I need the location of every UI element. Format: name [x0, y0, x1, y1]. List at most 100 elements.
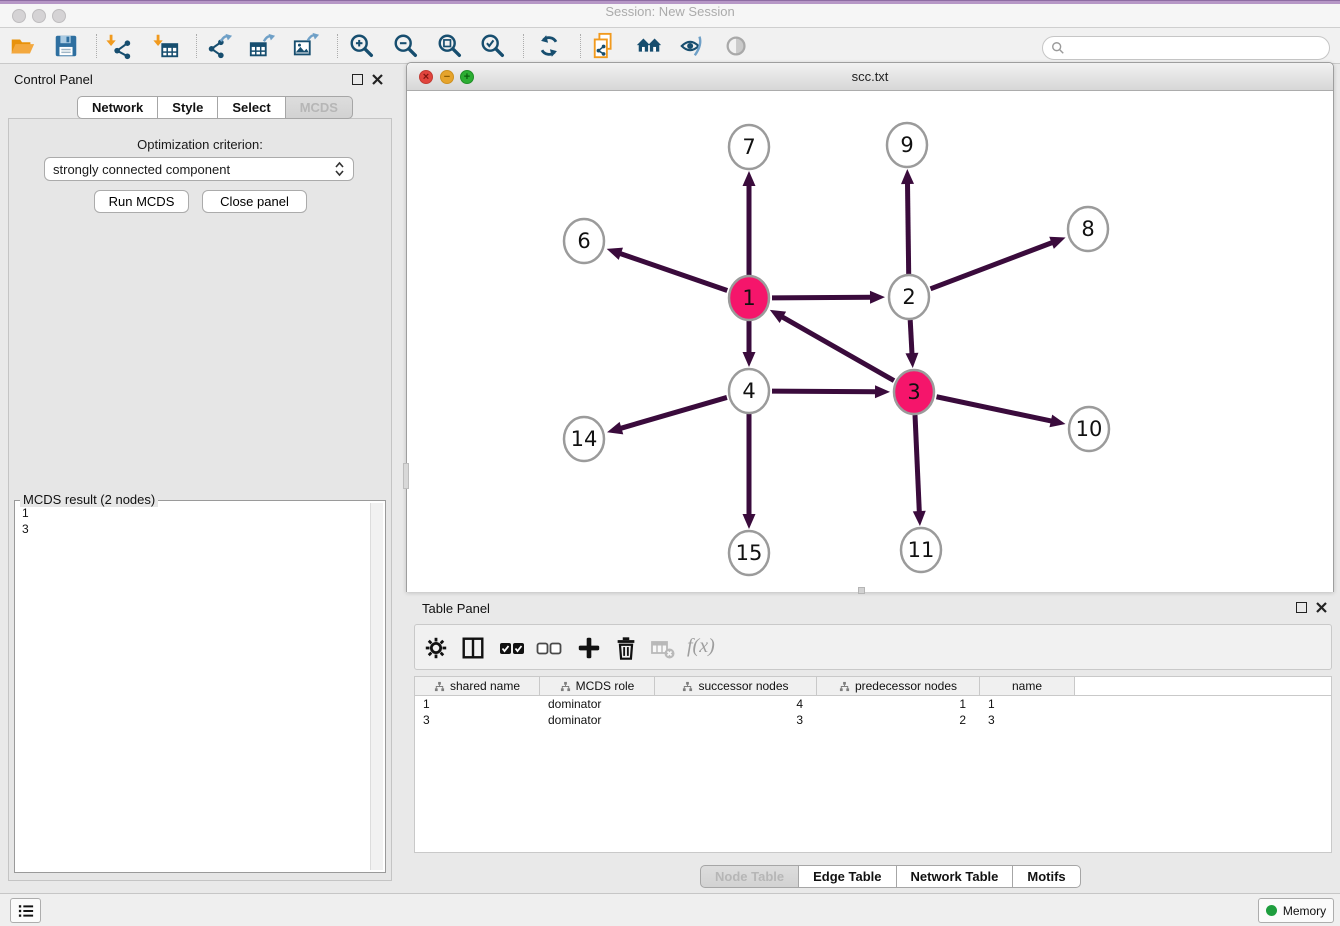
edge-1-2[interactable]	[772, 297, 872, 298]
show-column-panel-icon[interactable]	[458, 633, 488, 663]
import-table-icon[interactable]	[151, 31, 181, 61]
control-panel-close-icon[interactable]	[371, 73, 384, 86]
resize-handle[interactable]	[858, 587, 865, 594]
graph-node-1[interactable]: 1	[729, 276, 769, 320]
export-table-icon[interactable]	[247, 31, 277, 61]
delete-icon[interactable]	[611, 633, 641, 663]
select-all-icon[interactable]	[497, 633, 527, 663]
graph-node-7[interactable]: 7	[729, 125, 769, 169]
edge-2-8[interactable]	[931, 242, 1054, 289]
table-cell[interactable]: 1	[980, 696, 1075, 712]
edge-2-9[interactable]	[907, 182, 908, 274]
node-label: 8	[1081, 217, 1094, 241]
edge-arrowhead	[743, 171, 756, 186]
hide-panels-icon[interactable]	[677, 31, 707, 61]
graph-node-14[interactable]: 14	[564, 417, 604, 461]
add-column-icon[interactable]	[574, 633, 604, 663]
table-panel-float-icon[interactable]	[1296, 602, 1307, 613]
edge-arrowhead	[1049, 237, 1065, 249]
optimization-criterion-label: Optimization criterion:	[8, 137, 392, 152]
network-canvas[interactable]: 7 9 6 8 1 2 4 3 14 10 15 11	[407, 91, 1333, 592]
table-panel-tab-motifs[interactable]: Motifs	[1012, 865, 1080, 888]
graph-node-9[interactable]: 9	[887, 123, 927, 167]
show-panel-icon[interactable]	[722, 31, 752, 61]
export-image-icon[interactable]	[291, 31, 321, 61]
graph-node-15[interactable]: 15	[729, 531, 769, 575]
table-toolbar: f(x)	[414, 624, 1332, 670]
column-header-label: MCDS role	[576, 679, 635, 693]
edge-4-14[interactable]	[620, 397, 727, 428]
graph-node-6[interactable]: 6	[564, 219, 604, 263]
memory-button[interactable]: Memory	[1258, 898, 1334, 923]
table-body: 1dominator4113dominator323	[415, 696, 1331, 728]
table-cell[interactable]: 3	[655, 712, 817, 728]
home-icon[interactable]	[634, 31, 664, 61]
import-network-icon[interactable]	[104, 31, 134, 61]
table-cell[interactable]: 1	[415, 696, 540, 712]
graph-node-8[interactable]: 8	[1068, 207, 1108, 251]
table-row[interactable]: 1dominator411	[415, 696, 1331, 712]
search-input[interactable]	[1070, 41, 1321, 55]
zoom-in-icon[interactable]	[347, 31, 377, 61]
graph-node-2[interactable]: 2	[889, 275, 929, 319]
mcds-result-item[interactable]: 3	[17, 521, 368, 537]
control-panel-tab-style[interactable]: Style	[157, 96, 218, 119]
table-cell[interactable]: 4	[655, 696, 817, 712]
close-panel-button[interactable]: Close panel	[202, 190, 307, 213]
column-header-shared-name[interactable]: shared name	[415, 677, 540, 695]
search-box[interactable]	[1042, 36, 1330, 60]
main-toolbar	[0, 28, 1340, 64]
edge-3-1[interactable]	[781, 316, 894, 380]
zoom-out-icon[interactable]	[391, 31, 421, 61]
edge-3-10[interactable]	[937, 397, 1053, 422]
graph-node-4[interactable]: 4	[729, 369, 769, 413]
table-panel-tab-edge-table[interactable]: Edge Table	[798, 865, 896, 888]
zoom-fit-icon[interactable]	[435, 31, 465, 61]
table-cell[interactable]: dominator	[540, 712, 655, 728]
edge-3-11[interactable]	[915, 415, 919, 513]
splitter-handle[interactable]	[403, 463, 409, 489]
export-network-icon[interactable]	[204, 31, 234, 61]
edge-4-3[interactable]	[772, 391, 877, 392]
open-session-icon[interactable]	[7, 31, 37, 61]
edge-1-6[interactable]	[619, 253, 727, 290]
column-header-MCDS-role[interactable]: MCDS role	[540, 677, 655, 695]
mcds-result-list[interactable]: 13	[17, 505, 368, 870]
graph-node-3[interactable]: 3	[894, 370, 934, 414]
run-mcds-button[interactable]: Run MCDS	[94, 190, 189, 213]
network-graph[interactable]: 7 9 6 8 1 2 4 3 14 10 15 11	[407, 91, 1333, 592]
column-header-successor-nodes[interactable]: successor nodes	[655, 677, 817, 695]
result-scrollbar[interactable]	[370, 503, 383, 870]
save-session-icon[interactable]	[51, 31, 81, 61]
node-label: 2	[902, 285, 915, 309]
table-cell[interactable]: 1	[817, 696, 980, 712]
table-row[interactable]: 3dominator323	[415, 712, 1331, 728]
control-panel-tab-network[interactable]: Network	[77, 96, 158, 119]
mcds-result-item[interactable]: 1	[17, 505, 368, 521]
deselect-all-icon[interactable]	[534, 633, 564, 663]
control-panel-float-icon[interactable]	[352, 74, 363, 85]
control-panel-tab-mcds[interactable]: MCDS	[285, 96, 353, 119]
column-header-predecessor-nodes[interactable]: predecessor nodes	[817, 677, 980, 695]
table-settings-gear-icon[interactable]	[421, 633, 451, 663]
node-label: 11	[908, 538, 935, 562]
edge-2-3[interactable]	[910, 320, 912, 355]
column-header-name[interactable]: name	[980, 677, 1075, 695]
graph-node-11[interactable]: 11	[901, 528, 941, 572]
table-cell[interactable]: 3	[980, 712, 1075, 728]
table-panel-close-icon[interactable]	[1315, 601, 1328, 614]
zoom-selected-icon[interactable]	[478, 31, 508, 61]
column-header-label: successor nodes	[698, 679, 788, 693]
control-panel-tab-select[interactable]: Select	[217, 96, 285, 119]
new-network-from-selection-icon[interactable]	[590, 31, 620, 61]
table-cell[interactable]: dominator	[540, 696, 655, 712]
graph-node-10[interactable]: 10	[1069, 407, 1109, 451]
criterion-select[interactable]: strongly connected component	[44, 157, 354, 181]
table-panel-tab-node-table[interactable]: Node Table	[700, 865, 799, 888]
table-cell[interactable]: 3	[415, 712, 540, 728]
apply-layout-icon[interactable]	[534, 31, 564, 61]
table-cell[interactable]: 2	[817, 712, 980, 728]
network-window-titlebar[interactable]: × − + scc.txt	[407, 63, 1333, 91]
task-history-button[interactable]	[10, 898, 41, 923]
table-panel-tab-network-table[interactable]: Network Table	[896, 865, 1014, 888]
